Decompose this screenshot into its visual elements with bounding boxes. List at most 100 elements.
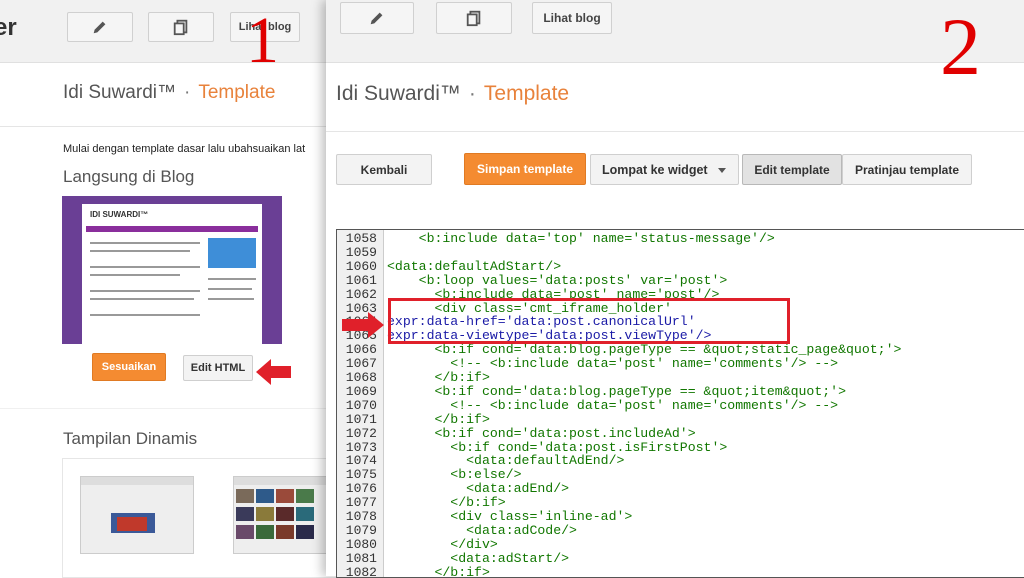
- thumbnail-sidebar: [208, 238, 256, 268]
- line-number: 1058: [345, 231, 377, 246]
- dynamic-template-preview[interactable]: [80, 476, 194, 554]
- line-number: 1075: [345, 467, 377, 483]
- code-line: <b:loop values='data:posts' var='post'>: [387, 272, 728, 288]
- line-number: 1076: [345, 481, 377, 497]
- code-line: <data:defaultAdEnd/>: [387, 453, 625, 469]
- pencil-icon: [93, 21, 106, 34]
- line-number: 1061: [345, 272, 377, 288]
- line-number: 1067: [345, 356, 377, 372]
- thumbnail-line: [90, 274, 180, 276]
- line-number: 1073: [345, 439, 377, 455]
- app-name: er: [0, 14, 17, 41]
- thumbnail-line: [90, 314, 200, 316]
- copy-icon: [173, 19, 188, 36]
- thumbnail-line: [90, 250, 190, 252]
- thumbnail-title: IDI SUWARDI™: [90, 210, 149, 219]
- jump-to-widget-label: Lompat ke widget: [602, 162, 708, 177]
- page-header: Idi Suwardi™ · Template: [336, 82, 569, 106]
- line-number: 1072: [345, 425, 377, 441]
- edit-template-button[interactable]: Edit template: [742, 154, 842, 185]
- back-button[interactable]: Kembali: [336, 154, 432, 185]
- code-line: <b:if cond='data:blog.pageType == &quot;…: [387, 342, 902, 358]
- divider: [0, 126, 340, 127]
- code-line: <div class='inline-ad'>: [387, 509, 633, 524]
- step-number-2: 2: [940, 1, 981, 92]
- top-toolbar: er Lihat blog: [0, 0, 340, 63]
- template-thumbnail[interactable]: IDI SUWARDI™: [62, 196, 282, 344]
- line-number: 1060: [345, 258, 377, 274]
- foreground-window: Lihat blog 2 Idi Suwardi™ · Template Kemba…: [326, 0, 1024, 578]
- pencil-icon: [370, 12, 383, 25]
- live-section-title: Langsung di Blog: [63, 167, 195, 186]
- code-line: <b:if cond='data:blog.pageType == &quot;…: [387, 383, 846, 399]
- copy-icon: [466, 10, 481, 27]
- code-line: <b:if cond='data:post.includeAd'>: [387, 425, 696, 441]
- line-number: 1069: [345, 383, 377, 399]
- thumbnail-line: [208, 288, 252, 290]
- line-number: 1066: [345, 342, 377, 358]
- dynamic-section-title: Tampilan Dinamis: [63, 429, 198, 448]
- code-line: <data:adEnd/>: [387, 481, 570, 497]
- code-line: <b:include data='top' name='status-messa…: [387, 231, 775, 246]
- line-number: 1059: [345, 244, 377, 260]
- separator: ·: [468, 82, 476, 105]
- thumbnail-line: [208, 278, 256, 280]
- edit-post-button[interactable]: [67, 12, 133, 42]
- background-window: er Lihat blog 1 Idi Suwardi™ · Template Mu…: [0, 0, 344, 578]
- jump-to-widget-dropdown[interactable]: Lompat ke widget: [590, 154, 739, 185]
- red-arrow-right-icon: [342, 312, 384, 338]
- thumbnail-line: [90, 242, 200, 244]
- dynamic-template-preview[interactable]: [233, 476, 335, 554]
- top-toolbar: Lihat blog: [326, 0, 1024, 63]
- preview-template-button[interactable]: Pratinjau template: [842, 154, 972, 185]
- code-line: <data:adStart/>: [387, 550, 570, 566]
- line-number: 1071: [345, 411, 377, 427]
- thumbnail-nav: [86, 226, 258, 232]
- code-line: </b:if>: [387, 370, 490, 385]
- edit-html-button[interactable]: Edit HTML: [183, 355, 253, 381]
- customize-button[interactable]: Sesuaikan: [92, 353, 166, 381]
- line-number: 1077: [345, 495, 377, 511]
- chevron-down-icon: [718, 168, 726, 173]
- line-number: 1078: [345, 509, 377, 524]
- page-title: Template: [198, 82, 276, 103]
- line-number: 1074: [345, 453, 377, 469]
- code-editor[interactable]: 1058105910601061106210631064106510661067…: [336, 229, 1024, 578]
- line-number: 1080: [345, 536, 377, 552]
- code-line: </div>: [387, 536, 498, 552]
- thumbnail-line: [90, 298, 194, 300]
- code-line: </b:if>: [387, 495, 506, 511]
- view-blog-button[interactable]: Lihat blog: [532, 2, 612, 34]
- line-number: 1062: [345, 286, 377, 302]
- divider: [326, 131, 1024, 132]
- line-number-gutter: 1058105910601061106210631064106510661067…: [337, 230, 384, 577]
- posts-button[interactable]: [436, 2, 512, 34]
- page-header: Idi Suwardi™ · Template: [63, 82, 275, 104]
- code-line: </b:if>: [387, 411, 490, 427]
- line-number: 1081: [345, 550, 377, 566]
- posts-button[interactable]: [148, 12, 214, 42]
- blog-name: Idi Suwardi™: [63, 82, 176, 103]
- code-line: <b:if cond='data:post.isFirstPost'>: [387, 439, 728, 455]
- divider: [0, 408, 340, 409]
- thumbnail-line: [208, 298, 254, 300]
- red-arrow-left-icon: [256, 359, 291, 385]
- thumbnail-line: [90, 266, 200, 268]
- code-line: <!-- <b:include data='post' name='commen…: [387, 397, 839, 413]
- step-number-1: 1: [246, 4, 279, 77]
- code-line: <data:adCode/>: [387, 522, 577, 538]
- edit-post-button[interactable]: [340, 2, 414, 34]
- thumbnail-line: [90, 290, 200, 292]
- separator: ·: [184, 82, 191, 103]
- page-title: Template: [483, 82, 570, 105]
- save-template-button[interactable]: Simpan template: [464, 153, 586, 185]
- code-line: <data:defaultAdStart/>: [387, 258, 562, 274]
- line-number: 1079: [345, 522, 377, 538]
- line-number: 1068: [345, 370, 377, 385]
- blog-name: Idi Suwardi™: [336, 82, 461, 105]
- highlight-box: [388, 298, 790, 344]
- code-line: <b:else/>: [387, 467, 522, 483]
- line-number: 1070: [345, 397, 377, 413]
- intro-text: Mulai dengan template dasar lalu ubahsua…: [63, 143, 306, 155]
- code-line: <!-- <b:include data='post' name='commen…: [387, 356, 839, 372]
